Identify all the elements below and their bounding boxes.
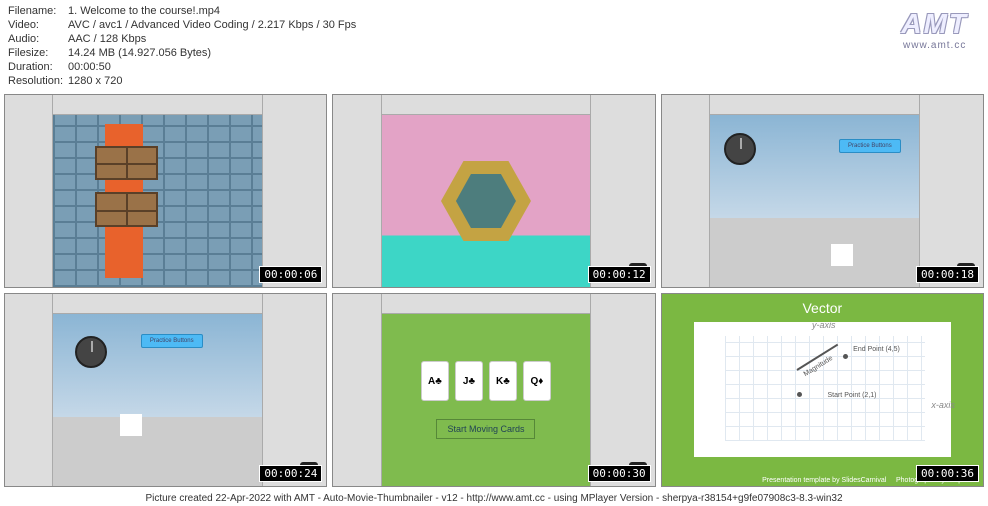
hexagon-inner	[456, 174, 516, 228]
timestamp: 00:00:18	[916, 266, 979, 283]
audio-label: Audio:	[8, 32, 68, 46]
unity-scene-clock: Practice Buttons	[710, 115, 919, 287]
playing-card: Q♦	[523, 361, 551, 401]
amt-logo: AMT www.amt.cc	[901, 8, 968, 51]
playing-card: J♣	[455, 361, 483, 401]
thumbnail-1: 00:00:06	[4, 94, 327, 288]
practice-button[interactable]: Practice Buttons	[141, 334, 203, 348]
x-axis-label: x-axis	[931, 400, 955, 410]
unity-scene-clock-2: Practice Buttons	[53, 314, 262, 486]
logo-url: www.amt.cc	[901, 40, 968, 51]
unity-hierarchy-panel	[5, 294, 53, 486]
clock-icon	[724, 133, 756, 165]
start-moving-cards-button[interactable]: Start Moving Cards	[436, 419, 535, 439]
thumbnail-2: 00:00:12	[332, 94, 655, 288]
unity-scene-cards: A♣ J♣ K♣ Q♦ Start Moving Cards	[382, 314, 591, 486]
unity-hierarchy-panel	[333, 294, 381, 486]
vector-chart: y-axis x-axis End Point (4,5) Start Poin…	[694, 322, 951, 457]
metadata-header: Filename: 1. Welcome to the course!.mp4 …	[0, 0, 988, 92]
thumbnail-5: A♣ J♣ K♣ Q♦ Start Moving Cards 00:00:30	[332, 293, 655, 487]
duration-label: Duration:	[8, 60, 68, 74]
timestamp: 00:00:36	[916, 465, 979, 482]
unity-toolbar	[382, 294, 591, 314]
filesize-label: Filesize:	[8, 46, 68, 60]
page-footer: Picture created 22-Apr-2022 with AMT - A…	[4, 493, 984, 504]
filesize-value: 14.24 MB (14.927.056 Bytes)	[68, 46, 211, 60]
playing-card: A♣	[421, 361, 449, 401]
playing-card: K♣	[489, 361, 517, 401]
crate-icon	[95, 146, 158, 180]
timestamp: 00:00:06	[259, 266, 322, 283]
unity-toolbar	[53, 95, 262, 115]
audio-value: AAC / 128 Kbps	[68, 32, 146, 46]
filename-value: 1. Welcome to the course!.mp4	[68, 4, 220, 18]
cards-row: A♣ J♣ K♣ Q♦	[421, 361, 551, 401]
unity-inspector-panel	[919, 95, 983, 287]
practice-button[interactable]: Practice Buttons	[839, 139, 901, 153]
unity-inspector-panel	[590, 95, 654, 287]
crate-icon	[95, 192, 158, 226]
unity-hierarchy-panel	[5, 95, 53, 287]
thumbnail-4: Practice Buttons 00:00:24	[4, 293, 327, 487]
unity-toolbar	[53, 294, 262, 314]
timestamp: 00:00:30	[588, 465, 651, 482]
duration-value: 00:00:50	[68, 60, 111, 74]
white-cube	[831, 244, 853, 266]
unity-inspector-panel	[262, 95, 326, 287]
unity-inspector-panel	[262, 294, 326, 486]
filename-label: Filename:	[8, 4, 68, 18]
hexagon-shape	[441, 161, 531, 241]
thumbnail-3: Practice Buttons 00:00:18	[661, 94, 984, 288]
timestamp: 00:00:12	[588, 266, 651, 283]
timestamp: 00:00:24	[259, 465, 322, 482]
video-label: Video:	[8, 18, 68, 32]
unity-toolbar	[710, 95, 919, 115]
vector-title: Vector	[662, 294, 983, 322]
thumbnail-grid: 00:00:06 00:00:12	[0, 92, 988, 489]
video-value: AVC / avc1 / Advanced Video Coding / 2.2…	[68, 18, 356, 32]
start-point-icon	[797, 392, 802, 397]
thumbnail-6: Vector y-axis x-axis End Point (4,5) Sta…	[661, 293, 984, 487]
unity-toolbar	[382, 95, 591, 115]
y-axis-label: y-axis	[812, 320, 836, 330]
start-point-label: Start Point (2,1)	[827, 392, 876, 399]
unity-inspector-panel	[590, 294, 654, 486]
resolution-label: Resolution:	[8, 74, 68, 88]
white-cube	[120, 414, 142, 436]
resolution-value: 1280 x 720	[68, 74, 122, 88]
footer-left: Presentation template by SlidesCarnival	[762, 477, 886, 484]
unity-hierarchy-panel	[662, 95, 710, 287]
logo-text: AMT	[901, 8, 968, 40]
end-point-label: End Point (4,5)	[853, 346, 900, 353]
unity-scene-bricks	[53, 115, 262, 287]
unity-hierarchy-panel	[333, 95, 381, 287]
unity-scene-hexagon	[382, 115, 591, 287]
clock-icon	[75, 336, 107, 368]
